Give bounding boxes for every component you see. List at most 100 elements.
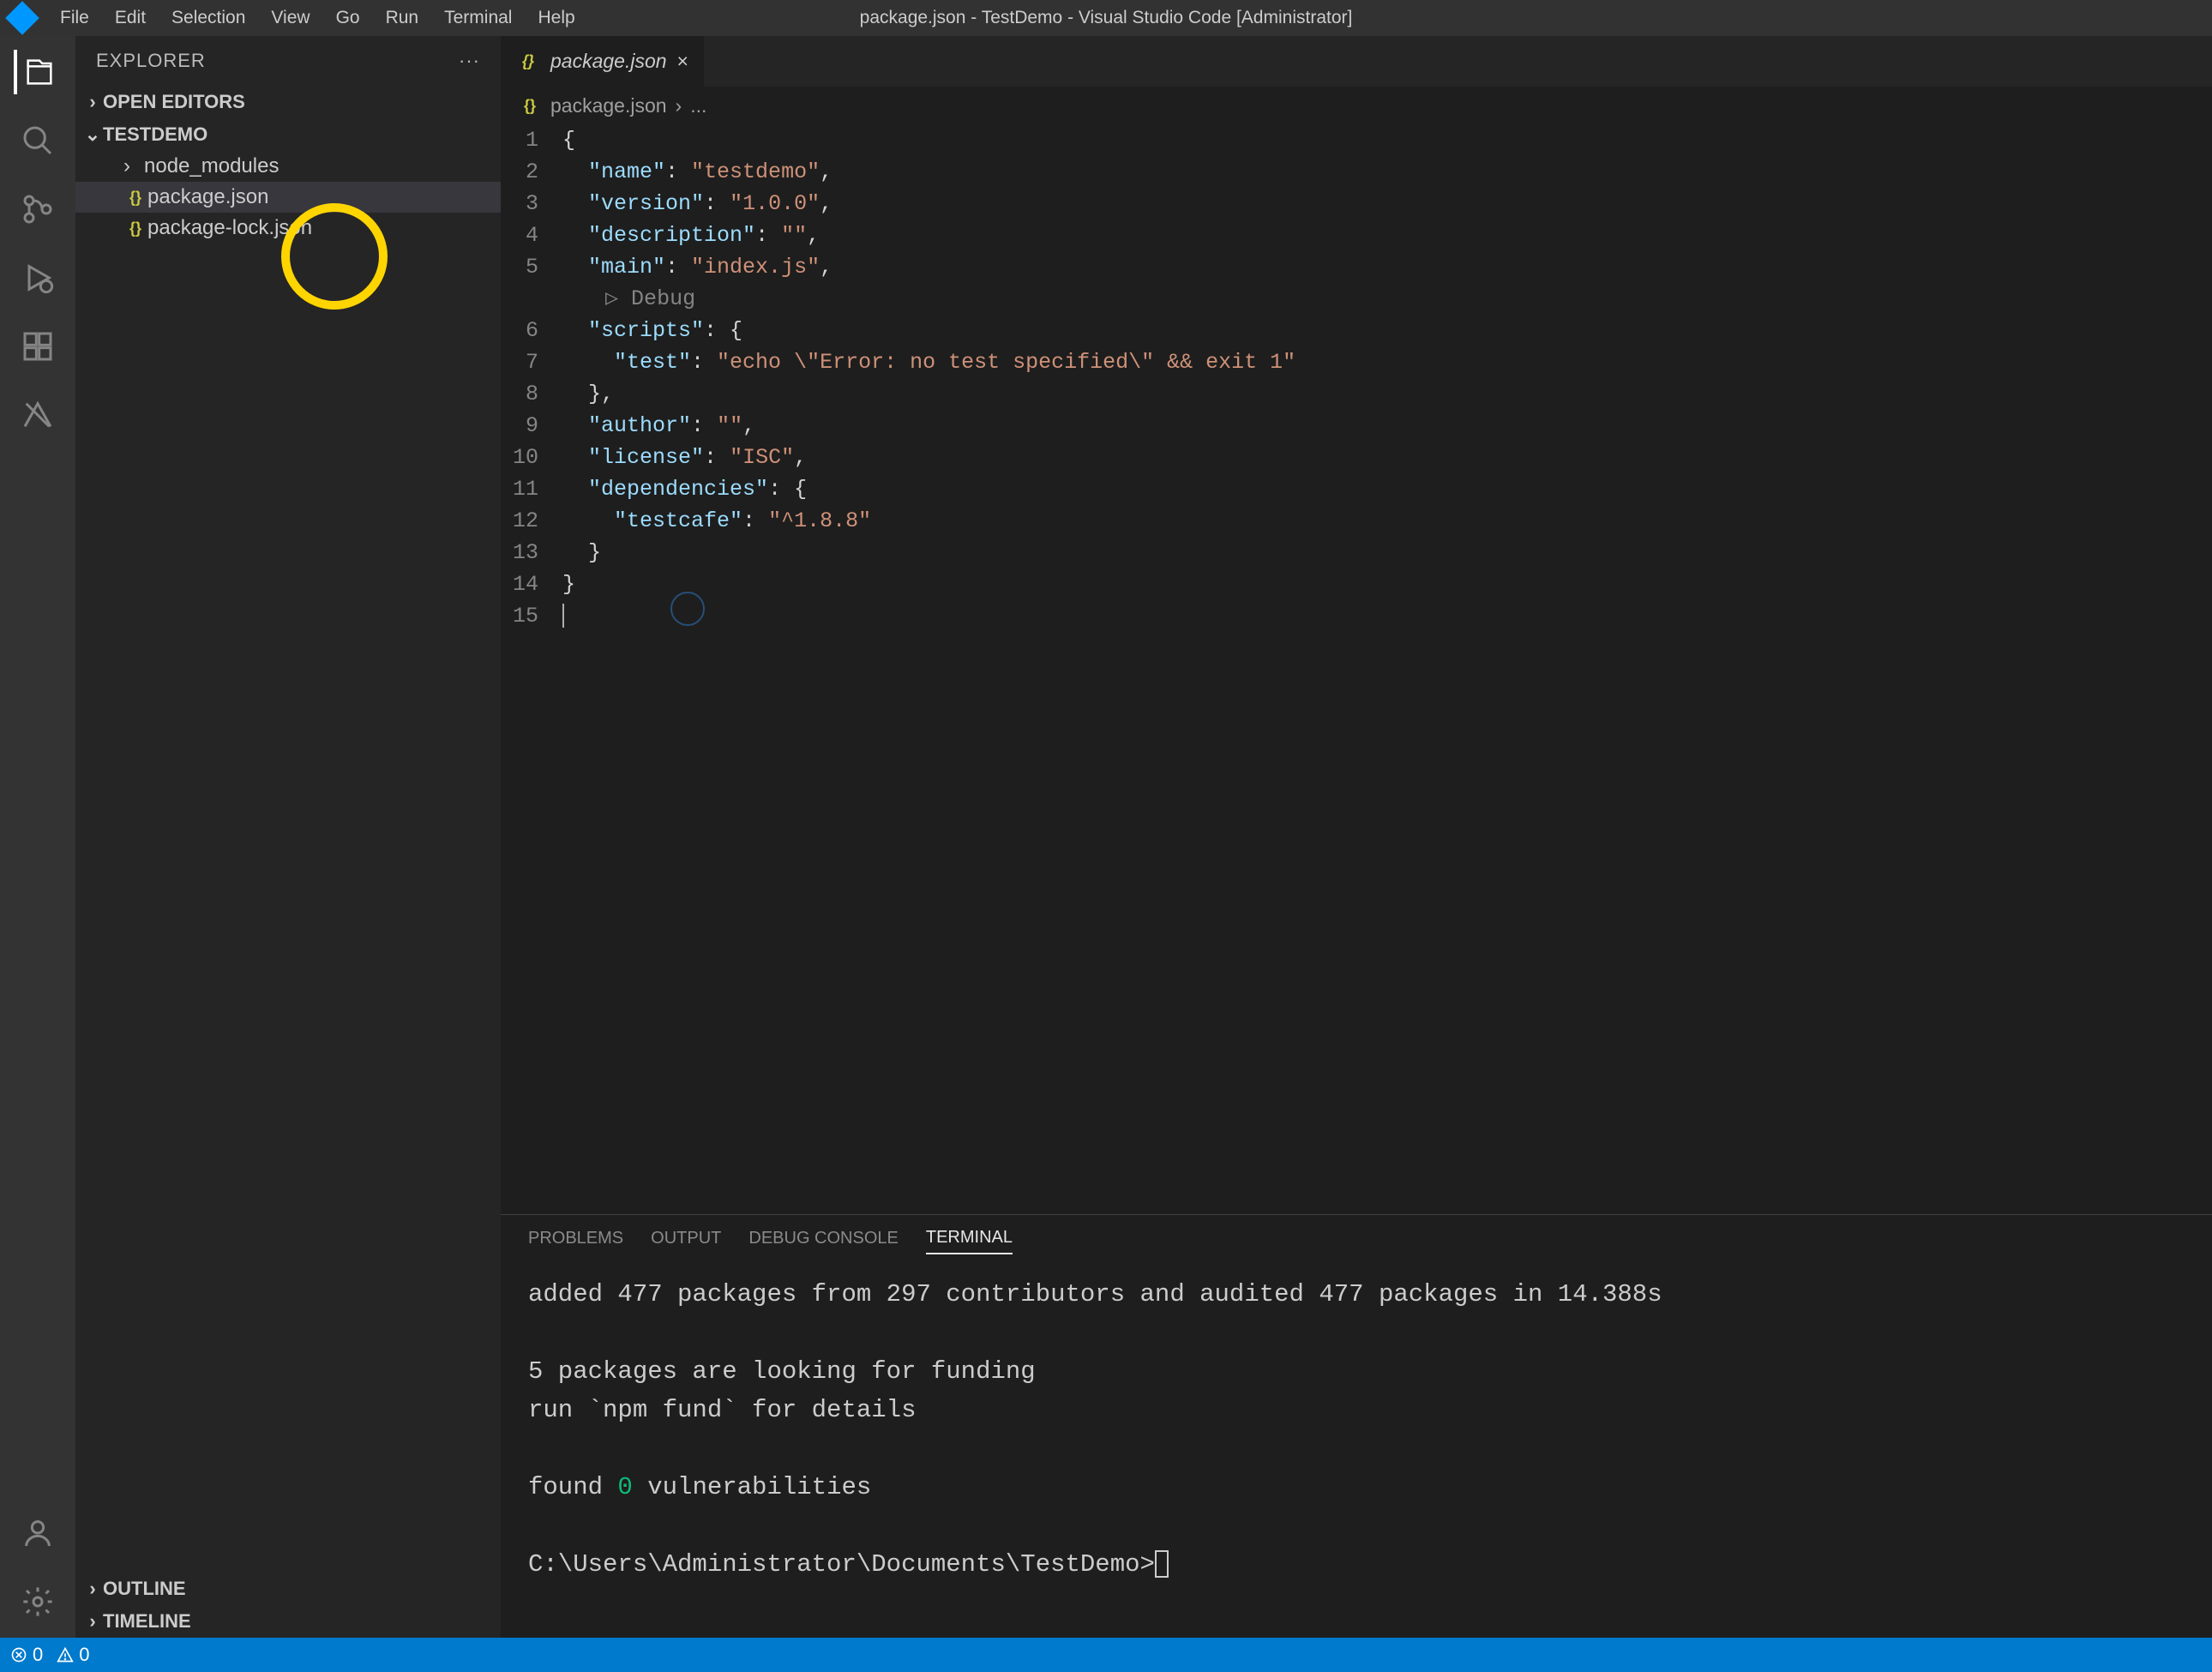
sidebar: EXPLORER ··· › OPEN EDITORS ⌄ TESTDEMO ›… (75, 36, 501, 1638)
file-label: package-lock.json (147, 216, 312, 240)
menu-view[interactable]: View (259, 4, 322, 32)
line-number: 13 (501, 537, 538, 568)
status-bar: 0 0 (0, 1638, 2212, 1672)
line-number: 6 (501, 315, 538, 346)
terminal-line (528, 1507, 2185, 1545)
warning-icon (57, 1646, 74, 1663)
terminal-cursor (1155, 1550, 1169, 1578)
tree-folder-node-modules[interactable]: › node_modules (75, 151, 501, 182)
panel-tabs: PROBLEMS OUTPUT DEBUG CONSOLE TERMINAL (501, 1215, 2212, 1261)
code-line[interactable]: "version": "1.0.0", (562, 188, 2212, 220)
tab-close-icon[interactable]: × (677, 50, 688, 73)
terminal-line: found 0 vulnerabilities (528, 1468, 2185, 1507)
terminal-output[interactable]: added 477 packages from 297 contributors… (501, 1261, 2212, 1638)
editor-area: {} package.json × {} package.json › ... … (501, 36, 2212, 1638)
timeline-section[interactable]: › TIMELINE (75, 1605, 501, 1638)
code-line[interactable]: } (562, 568, 2212, 600)
code-content[interactable]: { "name": "testdemo", "version": "1.0.0"… (562, 124, 2212, 1214)
line-number: 2 (501, 156, 538, 188)
panel-tab-terminal[interactable]: TERMINAL (926, 1223, 1013, 1254)
menu-terminal[interactable]: Terminal (432, 4, 524, 32)
terminal-line: run `npm fund` for details (528, 1391, 2185, 1429)
menu-run[interactable]: Run (374, 4, 431, 32)
code-line[interactable]: }, (562, 378, 2212, 410)
code-line[interactable]: "test": "echo \"Error: no test specified… (562, 346, 2212, 378)
terminal-line: 5 packages are looking for funding (528, 1352, 2185, 1391)
menu-edit[interactable]: Edit (103, 4, 158, 32)
terminal-prompt-line[interactable]: C:\Users\Administrator\Documents\TestDem… (528, 1545, 2185, 1584)
code-line[interactable] (562, 600, 2212, 632)
line-numbers-gutter: 12345 6789101112131415 (501, 124, 562, 1214)
menu-file[interactable]: File (48, 4, 101, 32)
testing-icon[interactable] (15, 393, 60, 437)
explorer-icon[interactable] (14, 50, 58, 94)
bottom-panel: PROBLEMS OUTPUT DEBUG CONSOLE TERMINAL a… (501, 1214, 2212, 1638)
terminal-prompt: C:\Users\Administrator\Documents\TestDem… (528, 1550, 1155, 1579)
code-line[interactable]: "description": "", (562, 220, 2212, 251)
sidebar-header: EXPLORER ··· (75, 36, 501, 86)
code-line[interactable]: "dependencies": { (562, 473, 2212, 505)
json-file-icon: {} (123, 220, 147, 238)
outline-section[interactable]: › OUTLINE (75, 1573, 501, 1605)
sidebar-title: EXPLORER (96, 50, 206, 72)
line-number: 4 (501, 220, 538, 251)
open-editors-label: OPEN EDITORS (103, 91, 245, 113)
warning-count: 0 (79, 1644, 89, 1666)
code-line[interactable]: "scripts": { (562, 315, 2212, 346)
status-errors[interactable]: 0 (10, 1644, 43, 1666)
extensions-icon[interactable] (15, 324, 60, 369)
panel-tab-debug-console[interactable]: DEBUG CONSOLE (748, 1224, 898, 1254)
search-icon[interactable] (15, 118, 60, 163)
editor-cursor (562, 604, 564, 628)
accounts-icon[interactable] (15, 1511, 60, 1555)
panel-tab-problems[interactable]: PROBLEMS (528, 1224, 623, 1254)
line-number: 5 (501, 251, 538, 283)
sidebar-more-icon[interactable]: ··· (459, 50, 480, 72)
menu-bar: File Edit Selection View Go Run Terminal… (48, 4, 587, 32)
json-file-icon: {} (516, 52, 540, 70)
chevron-right-icon: › (123, 154, 144, 178)
terminal-line (528, 1429, 2185, 1468)
menu-go[interactable]: Go (324, 4, 372, 32)
panel-tab-output[interactable]: OUTPUT (651, 1224, 721, 1254)
tree-file-package-json[interactable]: {} package.json (75, 182, 501, 213)
breadcrumb-separator: › (676, 94, 682, 117)
tab-package-json[interactable]: {} package.json × (501, 36, 704, 87)
settings-gear-icon[interactable] (15, 1579, 60, 1624)
json-file-icon: {} (518, 97, 542, 115)
code-line[interactable]: } (562, 537, 2212, 568)
json-file-icon: {} (123, 189, 147, 207)
line-number: 15 (501, 600, 538, 632)
folder-label: node_modules (144, 154, 279, 178)
run-debug-icon[interactable] (15, 256, 60, 300)
project-section[interactable]: ⌄ TESTDEMO (75, 118, 501, 151)
menu-selection[interactable]: Selection (159, 4, 257, 32)
code-line[interactable]: "main": "index.js", (562, 251, 2212, 283)
chevron-right-icon: › (82, 1578, 103, 1600)
menu-help[interactable]: Help (526, 4, 586, 32)
status-warnings[interactable]: 0 (57, 1644, 89, 1666)
tree-file-package-lock-json[interactable]: {} package-lock.json (75, 213, 501, 244)
line-number: 9 (501, 410, 538, 442)
file-label: package.json (147, 185, 268, 209)
code-editor[interactable]: 12345 6789101112131415 { "name": "testde… (501, 124, 2212, 1214)
source-control-icon[interactable] (15, 187, 60, 232)
chevron-right-icon: › (82, 1610, 103, 1633)
line-number: 3 (501, 188, 538, 220)
code-line[interactable]: { (562, 124, 2212, 156)
line-number: 8 (501, 378, 538, 410)
breadcrumb[interactable]: {} package.json › ... (501, 87, 2212, 124)
open-editors-section[interactable]: › OPEN EDITORS (75, 86, 501, 118)
debug-codelens[interactable]: ▷ Debug (562, 283, 2212, 315)
tab-label: package.json (550, 50, 667, 73)
code-line[interactable]: "name": "testdemo", (562, 156, 2212, 188)
title-bar: File Edit Selection View Go Run Terminal… (0, 0, 2212, 36)
error-count: 0 (33, 1644, 43, 1666)
code-line[interactable]: "author": "", (562, 410, 2212, 442)
error-icon (10, 1646, 27, 1663)
code-line[interactable]: "testcafe": "^1.8.8" (562, 505, 2212, 537)
chevron-right-icon: › (82, 91, 103, 113)
line-number: 12 (501, 505, 538, 537)
code-line[interactable]: "license": "ISC", (562, 442, 2212, 473)
breadcrumb-file: package.json (550, 94, 667, 117)
